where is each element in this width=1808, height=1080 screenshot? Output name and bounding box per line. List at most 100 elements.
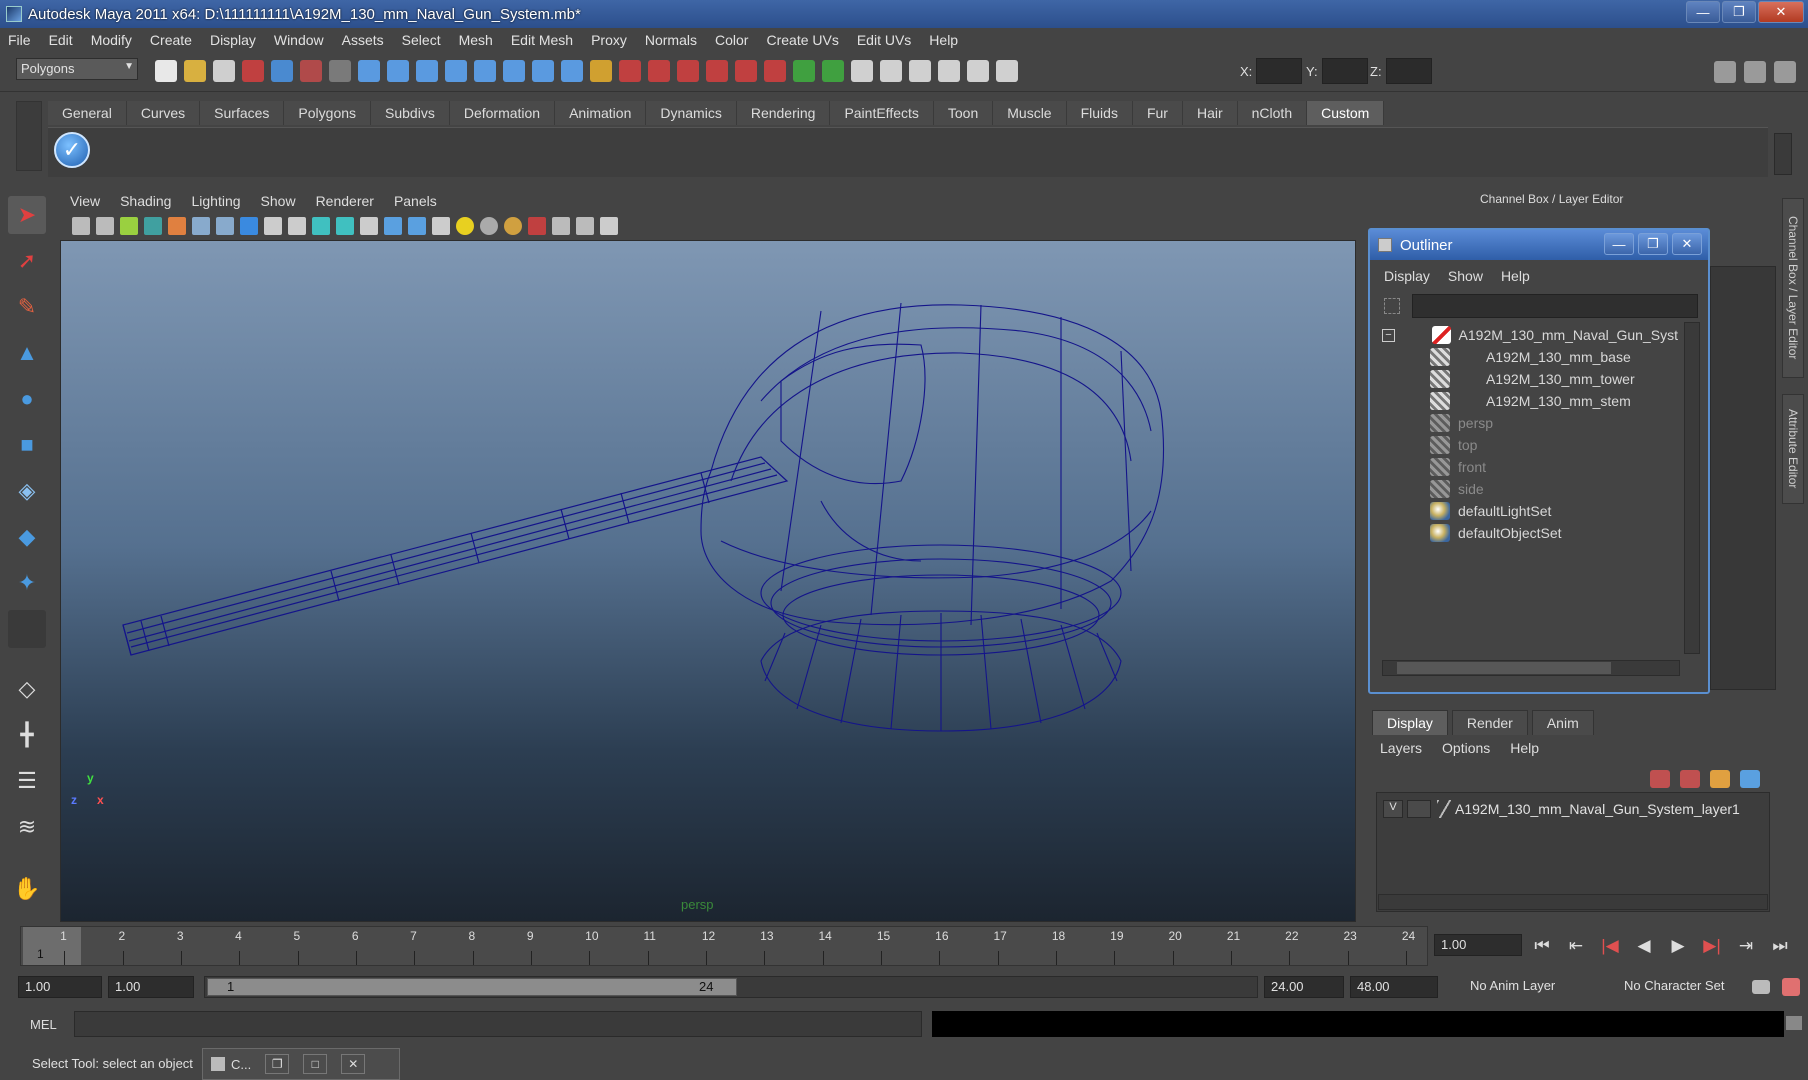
menu-edit-uvs[interactable]: Edit UVs [857,32,911,48]
outliner-menu-help[interactable]: Help [1501,268,1530,284]
time-slider[interactable]: 1 1 2 3 4 5 6 7 8 9 10 11 12 13 14 15 16 17 18 19 20 21 22 23 2… [20,926,1428,966]
outliner-item-top[interactable]: top [1430,434,1477,456]
soft-mod-tool-icon[interactable]: ◆ [8,518,46,556]
step-back-key-icon[interactable]: |◀ [1598,936,1622,956]
outliner-item-tower[interactable]: A192M_130_mm_tower [1430,368,1635,390]
universal-manipulator-icon[interactable]: ◈ [8,472,46,510]
film-gate-icon[interactable] [216,217,234,235]
menu-create[interactable]: Create [150,32,192,48]
tab-hair[interactable]: Hair [1182,101,1238,125]
anim-preferences-icon[interactable] [1782,978,1800,996]
panel-menu-shading[interactable]: Shading [120,193,171,209]
tab-anim[interactable]: Anim [1531,710,1594,735]
step-forward-key-icon[interactable]: ▶| [1700,936,1724,956]
menu-normals[interactable]: Normals [645,32,697,48]
bookmarks-icon[interactable] [120,217,138,235]
snap-grid-icon[interactable] [358,60,380,82]
minimized-maximize-button[interactable]: □ [303,1054,328,1074]
side-tab-attribute-editor[interactable]: Attribute Editor [1782,394,1804,504]
outliner-persp-layout-icon[interactable]: ☰ [8,762,46,800]
layer-horizontal-scrollbar[interactable] [1378,894,1768,910]
tab-polygons[interactable]: Polygons [284,101,372,125]
input-ops-icon[interactable] [822,60,844,82]
panel-layout3-icon[interactable] [938,60,960,82]
2d-pan-zoom-icon[interactable] [168,217,186,235]
render-view-icon[interactable] [764,60,786,82]
panel-menu-lighting[interactable]: Lighting [191,193,240,209]
outliner-close-button[interactable]: ✕ [1672,233,1702,255]
outliner-maximize-button[interactable]: ❐ [1638,233,1668,255]
smooth-shade-icon[interactable] [384,217,402,235]
tab-muscle[interactable]: Muscle [993,101,1067,125]
layer-visibility-toggle[interactable]: V [1383,800,1403,818]
script-editor-icon[interactable] [1786,1016,1802,1030]
safe-title-icon[interactable] [336,217,354,235]
tab-dynamics[interactable]: Dynamics [646,101,737,125]
panel-layout2-icon[interactable] [909,60,931,82]
menu-create-uvs[interactable]: Create UVs [766,32,838,48]
snap-live-icon[interactable] [474,60,496,82]
gate-mask-icon[interactable] [264,217,282,235]
character-set-dropdown[interactable]: No Character Set [1618,976,1730,998]
move-layer-down-icon[interactable] [1680,770,1700,788]
tool-settings-toggle-icon[interactable] [1744,61,1766,83]
current-frame-indicator[interactable] [23,927,81,965]
outliner-horizontal-scrollbar[interactable] [1382,660,1680,676]
paint-select-tool-icon[interactable]: ✎ [8,288,46,326]
image-plane-icon[interactable] [144,217,162,235]
outliner-item-front[interactable]: front [1430,456,1486,478]
field-chart-icon[interactable] [288,217,306,235]
playback-end-field[interactable]: 24.00 [1264,976,1344,998]
panel-menu-view[interactable]: View [70,193,100,209]
menu-proxy[interactable]: Proxy [591,32,627,48]
playback-start-field[interactable]: 1.00 [108,976,194,998]
construction-history-icon[interactable] [619,60,641,82]
play-forwards-icon[interactable]: ▶ [1666,936,1690,956]
ipr-render-icon[interactable] [677,60,699,82]
layer-menu-layers[interactable]: Layers [1380,740,1422,756]
channel-box-toggle-icon[interactable] [1774,61,1796,83]
safe-action-icon[interactable] [312,217,330,235]
tab-rendering[interactable]: Rendering [736,101,831,125]
resolution-gate-icon[interactable] [240,217,258,235]
tab-fur[interactable]: Fur [1132,101,1183,125]
shelf-menu[interactable] [16,101,42,171]
lasso-tool-icon[interactable]: ➚ [8,242,46,280]
checkmark-icon[interactable]: ✓ [54,132,90,168]
input-line-icon[interactable] [793,60,815,82]
layer-menu-help[interactable]: Help [1510,740,1539,756]
rotate-tool-icon[interactable]: ● [8,380,46,418]
use-lights-icon[interactable] [456,217,474,235]
lock-selection-icon[interactable] [329,60,351,82]
outliner-menu-show[interactable]: Show [1448,268,1483,284]
layer-menu-options[interactable]: Options [1442,740,1490,756]
outliner-vertical-scrollbar[interactable] [1684,322,1700,654]
snap-curve-icon[interactable] [387,60,409,82]
graph-persp-layout-icon[interactable]: ≋ [8,808,46,846]
layer-row[interactable]: V A192M_130_mm_Naval_Gun_System_layer1 [1383,799,1740,819]
tab-surfaces[interactable]: Surfaces [200,101,285,125]
tab-general[interactable]: General [48,101,127,125]
snap-view-plane-icon[interactable] [445,60,467,82]
save-scene-icon[interactable] [213,60,235,82]
tab-animation[interactable]: Animation [555,101,647,125]
camera-attributes-icon[interactable] [96,217,114,235]
grid-toggle-icon[interactable] [192,217,210,235]
new-scene-icon[interactable] [155,60,177,82]
close-button[interactable]: ✕ [1758,1,1804,23]
range-slider-thumb[interactable] [207,978,737,996]
filter-icon[interactable] [1384,298,1400,314]
panel-menu-show[interactable]: Show [261,193,296,209]
menu-edit-mesh[interactable]: Edit Mesh [511,32,573,48]
outliner-minimize-button[interactable]: — [1604,233,1634,255]
side-tab-channel-box[interactable]: Channel Box / Layer Editor [1782,198,1804,378]
show-manipulator-icon[interactable]: ✦ [8,564,46,602]
y-field[interactable] [1321,58,1368,84]
step-forward-frame-icon[interactable]: ⇥ [1734,936,1758,956]
x-field[interactable] [1256,58,1303,84]
lock-icon[interactable] [590,60,612,82]
mel-command-input[interactable] [74,1011,922,1037]
new-layer-icon[interactable] [1710,770,1730,788]
menu-assets[interactable]: Assets [342,32,384,48]
shadows-icon[interactable] [480,217,498,235]
